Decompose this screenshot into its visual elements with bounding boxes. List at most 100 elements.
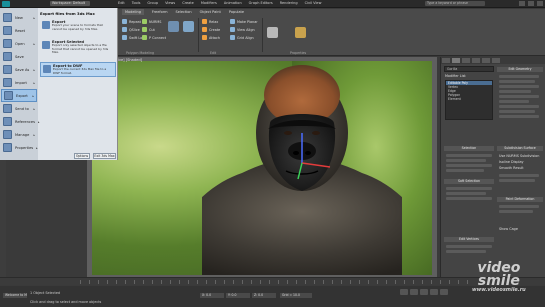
submenu-item-export[interactable]: Export Export your scene to formats that… [40,19,116,32]
app-logo-icon[interactable] [2,1,10,7]
ribbon-separator [198,18,199,52]
checkbox-isoline-display[interactable]: Isoline Display [499,160,524,164]
menu-item-manage[interactable]: Manage ▸ [1,128,37,141]
tab-selection[interactable]: Selection [176,9,192,15]
vertex-mode-icon[interactable] [183,21,194,32]
relax-icon [202,19,207,24]
menu-item-send-to[interactable]: Send to ▸ [1,102,37,115]
chevron-right-icon: ▸ [32,93,34,98]
tab-freeform[interactable]: Freeform [152,9,168,15]
title-bar: Workspace: Default Edit Tools Group View… [0,0,545,8]
checkbox-smooth-result[interactable]: Smooth Result [499,166,524,170]
tab-populate[interactable]: Populate [229,9,244,15]
previous-frame-icon[interactable] [410,289,418,295]
tool-grid-align[interactable]: Grid Align [230,35,254,40]
menu-item-save-as[interactable]: Save As ▸ [1,63,37,76]
menu-create[interactable]: Create [182,1,194,5]
qslice-icon [122,27,127,32]
tool-repeat[interactable]: Repeat [122,19,141,24]
repeat-icon [122,19,127,24]
menu-item-reset[interactable]: Reset [1,24,37,37]
rollout-header[interactable]: Edit Geometry [497,67,543,72]
rollout-header[interactable]: Edit Vertices [444,237,494,242]
rollout-header[interactable]: Soft Selection [444,179,494,184]
tool-make-planar[interactable]: Make Planar [230,19,258,24]
checkbox-use-nurms[interactable]: Use NURMS Subdivision [499,154,539,158]
edit-mode-icon[interactable] [168,21,179,32]
menu-civil-view[interactable]: Civil View [305,1,322,5]
rollout-header[interactable]: Subdivision Surface [497,146,543,151]
chevron-right-icon: ▸ [33,80,35,85]
tool-relax[interactable]: Relax [202,19,218,24]
menu-item-references[interactable]: References ▸ [1,115,40,128]
chevron-right-icon: ▸ [33,106,35,111]
next-frame-icon[interactable] [430,289,438,295]
menu-item-open[interactable]: Open ▸ [1,37,37,50]
geometry-icon[interactable] [267,27,278,38]
menu-modifiers[interactable]: Modifiers [201,1,217,5]
maximize-icon[interactable] [528,1,534,6]
stack-item[interactable]: Element [446,97,492,101]
menu-views[interactable]: Views [165,1,175,5]
create-icon [202,27,207,32]
options-button[interactable]: Options [74,153,90,159]
y-coordinate-field[interactable]: Y: 0.0 [226,293,250,298]
close-icon[interactable] [537,1,543,6]
cut-icon [142,27,147,32]
grid-size-readout: Grid = 10.0 [280,293,312,298]
properties-icon[interactable] [295,27,306,38]
workspace-selector[interactable]: Workspace: Default [50,1,90,6]
object-name-field[interactable]: Gorilla [444,66,494,72]
reset-icon [3,26,12,35]
play-icon[interactable] [420,289,428,295]
menu-animation[interactable]: Animation [224,1,242,5]
rollout-header[interactable]: Selection [444,146,494,151]
tool-attach[interactable]: Attach [202,35,220,40]
menu-rendering[interactable]: Rendering [280,1,298,5]
menu-item-export[interactable]: Export ▸ [1,89,37,102]
window-controls [519,1,543,6]
tool-nurms[interactable]: NURMS [142,19,161,24]
nurms-icon [142,19,147,24]
track-bar[interactable] [80,280,475,284]
search-input[interactable]: Type a keyword or phrase [425,1,485,6]
menu-edit[interactable]: Edit [118,1,125,5]
motion-tab-icon[interactable] [472,58,480,63]
tool-view-align[interactable]: View Align [230,27,255,32]
submenu-item-export-to-dwf[interactable]: Export to DWF Export the current 3ds Max… [40,62,116,78]
tab-modeling[interactable]: Modeling [122,9,144,15]
menu-tools[interactable]: Tools [132,1,141,5]
tool-p-connect[interactable]: P Connect [142,35,166,40]
viewport[interactable] [87,57,437,277]
checkbox-show-cage[interactable]: Show Cage [499,227,518,231]
tab-object-paint[interactable]: Object Paint [200,9,221,15]
utilities-tab-icon[interactable] [492,58,500,63]
display-tab-icon[interactable] [482,58,490,63]
tool-qslice[interactable]: QSlice [122,27,140,32]
exit-button[interactable]: Exit 3ds Max [93,153,116,159]
z-coordinate-field[interactable]: Z: 0.0 [252,293,276,298]
x-coordinate-field[interactable]: X: 0.0 [200,293,224,298]
minimize-icon[interactable] [519,1,525,6]
hierarchy-tab-icon[interactable] [462,58,470,63]
tool-create[interactable]: Create [202,27,220,32]
create-tab-icon[interactable] [442,58,450,63]
go-to-start-icon[interactable] [400,289,408,295]
menu-graph-editors[interactable]: Graph Editors [249,1,273,5]
export-selected-icon [42,41,50,49]
tool-cut[interactable]: Cut [142,27,155,32]
application-menu-items: New ▸ Reset Open ▸ Save Save As ▸ Import ▸ E… [0,8,40,160]
menu-item-save[interactable]: Save [1,50,37,63]
menu-group[interactable]: Group [147,1,158,5]
maxscript-listener[interactable]: Welcome to M [3,293,27,298]
references-icon [3,117,12,126]
menu-item-import[interactable]: Import ▸ [1,76,37,89]
rollout-header[interactable]: Paint Deformation [497,197,543,202]
modifier-list-dropdown[interactable]: Modifier List [445,74,466,78]
go-to-end-icon[interactable] [440,289,448,295]
menu-item-new[interactable]: New ▸ [1,11,37,24]
submenu-item-export-selected[interactable]: Export Selected Export only selected obj… [40,39,116,56]
new-file-icon [3,13,12,22]
modify-tab-icon[interactable] [452,58,460,63]
menu-item-properties[interactable]: Properties ▸ [1,141,38,154]
